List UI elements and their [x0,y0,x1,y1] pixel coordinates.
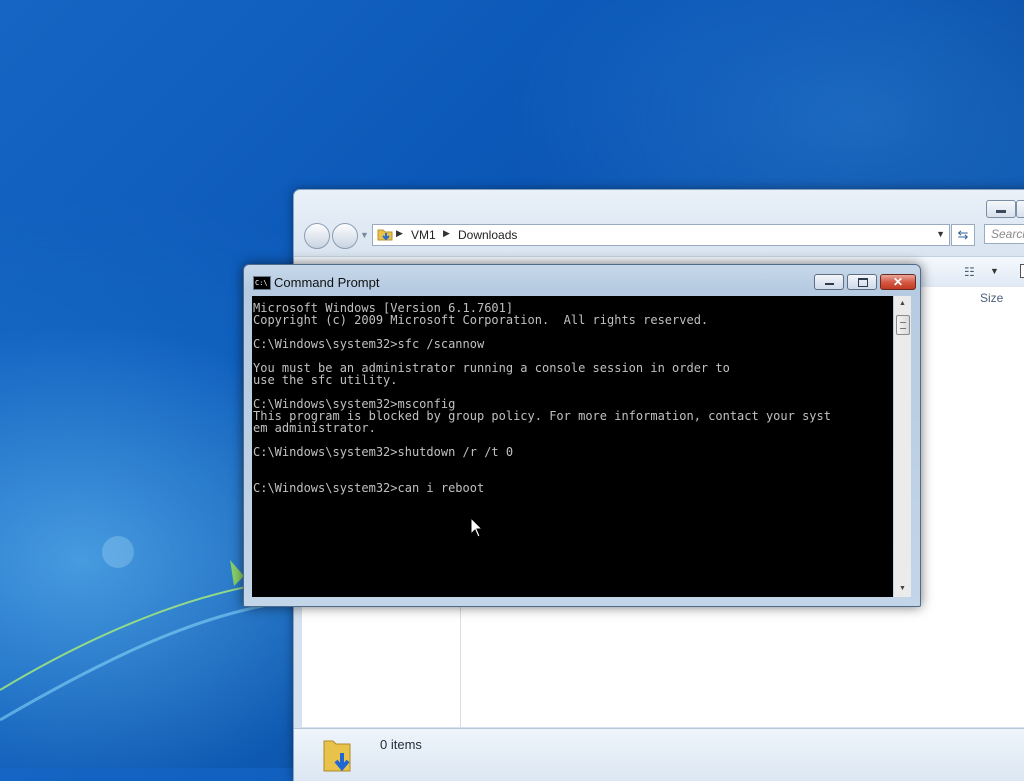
console-line: C:\Windows\system32>shutdown /r /t 0 [253,445,514,459]
scroll-down-icon[interactable]: ▼ [894,581,911,597]
explorer-maximize-button[interactable] [1016,200,1024,218]
scroll-thumb[interactable] [896,315,910,335]
scroll-up-icon[interactable]: ▲ [894,296,911,312]
close-button[interactable]: ✕ [880,274,916,290]
details-pane: 0 items [294,728,1024,781]
console-text: Microsoft Windows [Version 6.1.7601] Cop… [252,296,893,494]
console-output[interactable]: Microsoft Windows [Version 6.1.7601] Cop… [252,296,893,597]
maximize-button[interactable] [847,274,877,290]
breadcrumb-vm1[interactable]: VM1 [411,228,436,242]
minimize-button[interactable] [814,274,844,290]
mouse-pointer-icon [470,517,484,538]
address-dropdown-icon[interactable]: ▼ [936,229,945,239]
refresh-icon[interactable]: ⇆ [951,224,975,246]
console-line: em administrator. [253,421,376,435]
search-input[interactable]: Search [984,224,1024,244]
preview-pane-icon[interactable] [1020,264,1024,278]
address-bar[interactable]: ▶ VM1 ▶ Downloads ▼ [372,224,950,246]
breadcrumb-chevron-icon[interactable]: ▶ [443,228,450,239]
command-prompt-icon[interactable]: C:\ [253,276,271,290]
items-count-label: 0 items [380,737,422,752]
view-dropdown-icon[interactable]: ▼ [990,266,999,276]
console-line: C:\Windows\system32>can i reboot [253,481,485,495]
window-title: Command Prompt [274,275,380,290]
breadcrumb-chevron-icon[interactable]: ▶ [396,228,403,239]
change-view-icon[interactable]: ☷ [964,265,975,279]
vertical-scrollbar[interactable]: ▲ ▼ [894,296,911,597]
explorer-minimize-button[interactable] [986,200,1016,218]
folder-icon [377,229,393,241]
back-button[interactable] [304,223,330,249]
console-line: C:\Windows\system32>sfc /scannow [253,337,485,351]
forward-button[interactable] [332,223,358,249]
command-prompt-window[interactable]: C:\ Command Prompt ✕ Microsoft Windows [… [243,264,921,607]
breadcrumb-downloads[interactable]: Downloads [458,228,517,242]
recent-pages-dropdown-icon[interactable]: ▼ [360,230,369,240]
column-header-size[interactable]: Size [980,291,1003,305]
console-line: Copyright (c) 2009 Microsoft Corporation… [253,313,709,327]
console-line: use the sfc utility. [253,373,398,387]
